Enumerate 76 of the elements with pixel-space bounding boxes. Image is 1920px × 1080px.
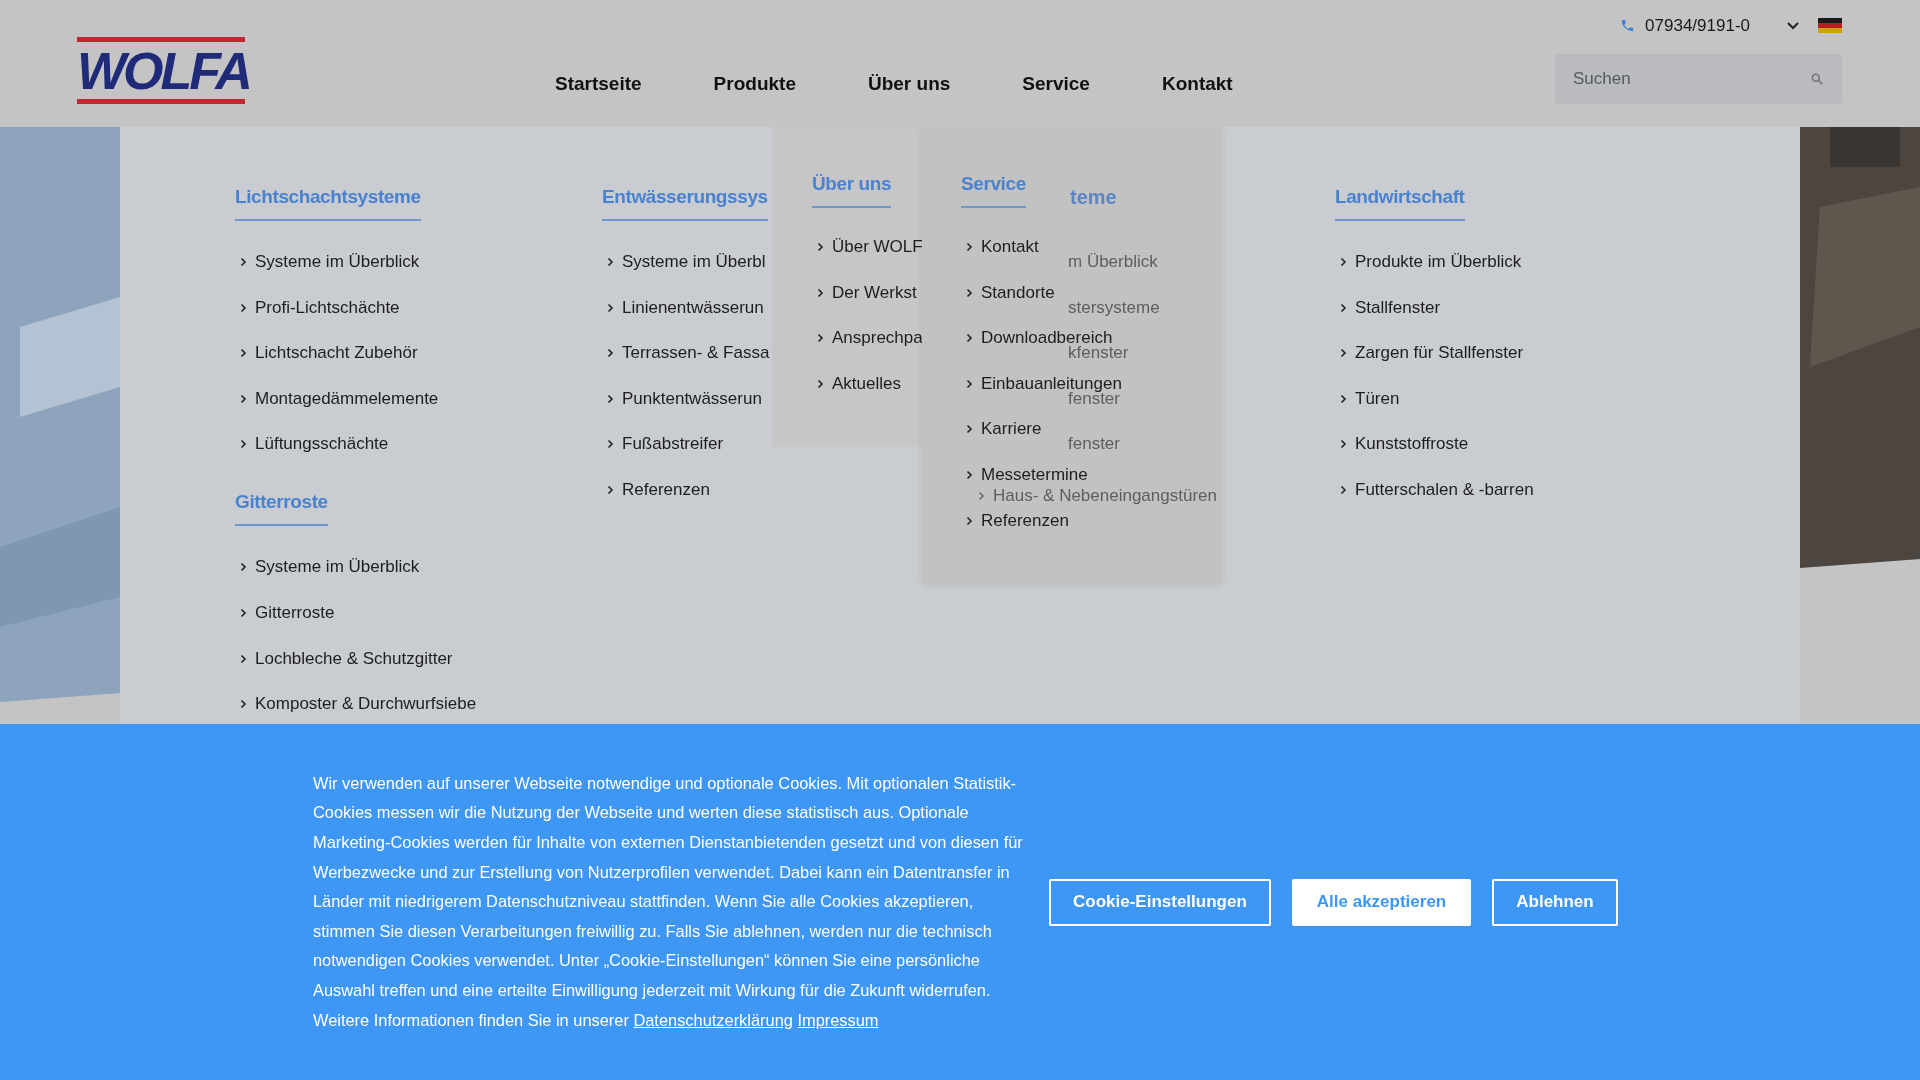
- search-field[interactable]: Suchen: [1555, 53, 1842, 104]
- nav-link[interactable]: Startseite: [555, 70, 642, 99]
- menu-link[interactable]: Standorte: [981, 280, 1055, 305]
- chevron-icon: [966, 424, 973, 435]
- menu-link[interactable]: Der Werkst: [832, 280, 917, 305]
- phone-icon: [1620, 18, 1636, 34]
- menu-link[interactable]: Fußabstreifer: [622, 432, 724, 457]
- chevron-icon: [240, 302, 247, 313]
- chevron-icon: [240, 699, 247, 710]
- search-input[interactable]: Suchen: [1573, 65, 1810, 92]
- chevron-icon: [966, 515, 973, 526]
- menu-link[interactable]: Profi-Lichtschächte: [255, 295, 400, 320]
- chevron-icon: [240, 562, 247, 573]
- menu-link[interactable]: m Überblick: [1068, 250, 1158, 274]
- chevron-icon: [240, 653, 247, 664]
- phone-number[interactable]: 07934/9191-0: [1645, 13, 1750, 39]
- menu-link[interactable]: Referenzen: [622, 477, 710, 502]
- nav-link[interactable]: Produkte: [713, 70, 796, 99]
- menu-link[interactable]: Lochbleche & Schutzgitter: [255, 646, 453, 671]
- menu-link[interactable]: Terrassen- & Fassa: [622, 341, 770, 366]
- chevron-icon: [607, 439, 614, 450]
- menu-link[interactable]: Systeme im Überbl: [622, 250, 766, 274]
- chevron-icon: [607, 393, 614, 404]
- menu-link[interactable]: Ansprechpa: [832, 326, 923, 351]
- chevron-icon: [1340, 257, 1347, 267]
- menu-link[interactable]: Lichtschacht Zubehör: [255, 341, 418, 366]
- chevron-icon: [1340, 302, 1347, 313]
- nav-link[interactable]: Über uns: [867, 70, 951, 99]
- menu-link[interactable]: Systeme im Überblick: [255, 555, 420, 580]
- menu-link[interactable]: Kontakt: [981, 235, 1039, 259]
- chevron-icon: [817, 378, 824, 389]
- chevron-icon: [240, 607, 247, 618]
- chevron-icon: [817, 287, 824, 298]
- menu-link[interactable]: Kunststoffroste: [1355, 432, 1469, 457]
- cookie-text: Wir verwenden auf unserer Webseite notwendige und optionale Cookies. Mit optionalen Statistik-Cookies messen wir die Nutzung der Webseite und werten diese statistisch aus. Optionale Marketing-Cookies werden für Inhalte von externen Dienstanbietenden gesetzt und von diesen für Werbezwecke und zur Erstellung von Nutzerprofilen verwendet. Dabei kann ein Datentransfer in Länder mit niedrigerem Datenschutzniveau stattfinden. Wenn Sie alle Cookies akzeptieren, stimmen Sie diesen Verarbeitungen freiwillig zu. Falls Sie ablehnen, werden nur die technisch notwendigen Cookies verwendet. Unter „Cookie-Einstellungen“ können Sie eine persönliche Auswahl treffen und eine erteilte Einwilligung jederzeit mit Wirkung für die Zukunft widerrufen. Weitere Informationen finden Sie in unserer Datenschutzerklärung Impressum: [313, 772, 1024, 1031]
- chevron-icon: [1340, 484, 1347, 495]
- chevron-icon: [607, 302, 614, 313]
- chevron-icon: [1340, 439, 1347, 450]
- nav-link[interactable]: Kontakt: [1161, 70, 1233, 99]
- flag-icon[interactable]: [1818, 18, 1842, 34]
- menu-link[interactable]: Gitterroste: [255, 600, 335, 625]
- menu-link[interactable]: Referenzen: [981, 508, 1069, 533]
- chevron-icon: [240, 257, 247, 267]
- chevron-icon: [966, 378, 973, 389]
- chevron-icon: [966, 333, 973, 344]
- chevron-icon: [607, 348, 614, 359]
- chevron-icon: [966, 469, 973, 480]
- menu-link[interactable]: Produkte im Überblick: [1355, 250, 1522, 274]
- chevron-icon: [817, 333, 824, 344]
- menu-link[interactable]: Zargen für Stallfenster: [1355, 341, 1524, 366]
- chevron-icon: [966, 242, 973, 252]
- menu-link[interactable]: Linienentwässerun: [622, 295, 764, 320]
- menu-link[interactable]: Montagedämmelemente: [255, 386, 439, 411]
- nav-link[interactable]: Service: [1022, 70, 1090, 99]
- chevron-icon: [817, 242, 824, 252]
- chevron-icon: [607, 257, 614, 267]
- menu-link[interactable]: Karriere: [981, 417, 1042, 442]
- chevron-icon: [240, 393, 247, 404]
- menu-link[interactable]: fenster: [1068, 432, 1120, 457]
- menu-link[interactable]: Komposter & Durchwurfsiebe: [255, 692, 477, 717]
- chevron-icon: [240, 439, 247, 450]
- chevron-icon: [1340, 393, 1347, 404]
- menu-link[interactable]: stersysteme: [1068, 295, 1160, 320]
- menu-link[interactable]: Aktuelles: [832, 371, 901, 396]
- chevron-icon: [966, 287, 973, 298]
- chevron-down-icon[interactable]: [1786, 20, 1800, 31]
- menu-link[interactable]: Futterschalen & -barren: [1355, 477, 1534, 502]
- menu-link[interactable]: Über WOLF: [832, 235, 923, 259]
- chevron-icon: [1340, 348, 1347, 359]
- menu-link[interactable]: Systeme im Überblick: [255, 250, 420, 274]
- chevron-icon: [240, 348, 247, 359]
- menu-link[interactable]: Stallfenster: [1355, 295, 1441, 320]
- chevron-icon: [607, 484, 614, 495]
- menu-link[interactable]: Lüftungsschächte: [255, 432, 389, 457]
- menu-link[interactable]: Punktentwässerun: [622, 386, 762, 411]
- menu-link[interactable]: Türen: [1355, 386, 1400, 411]
